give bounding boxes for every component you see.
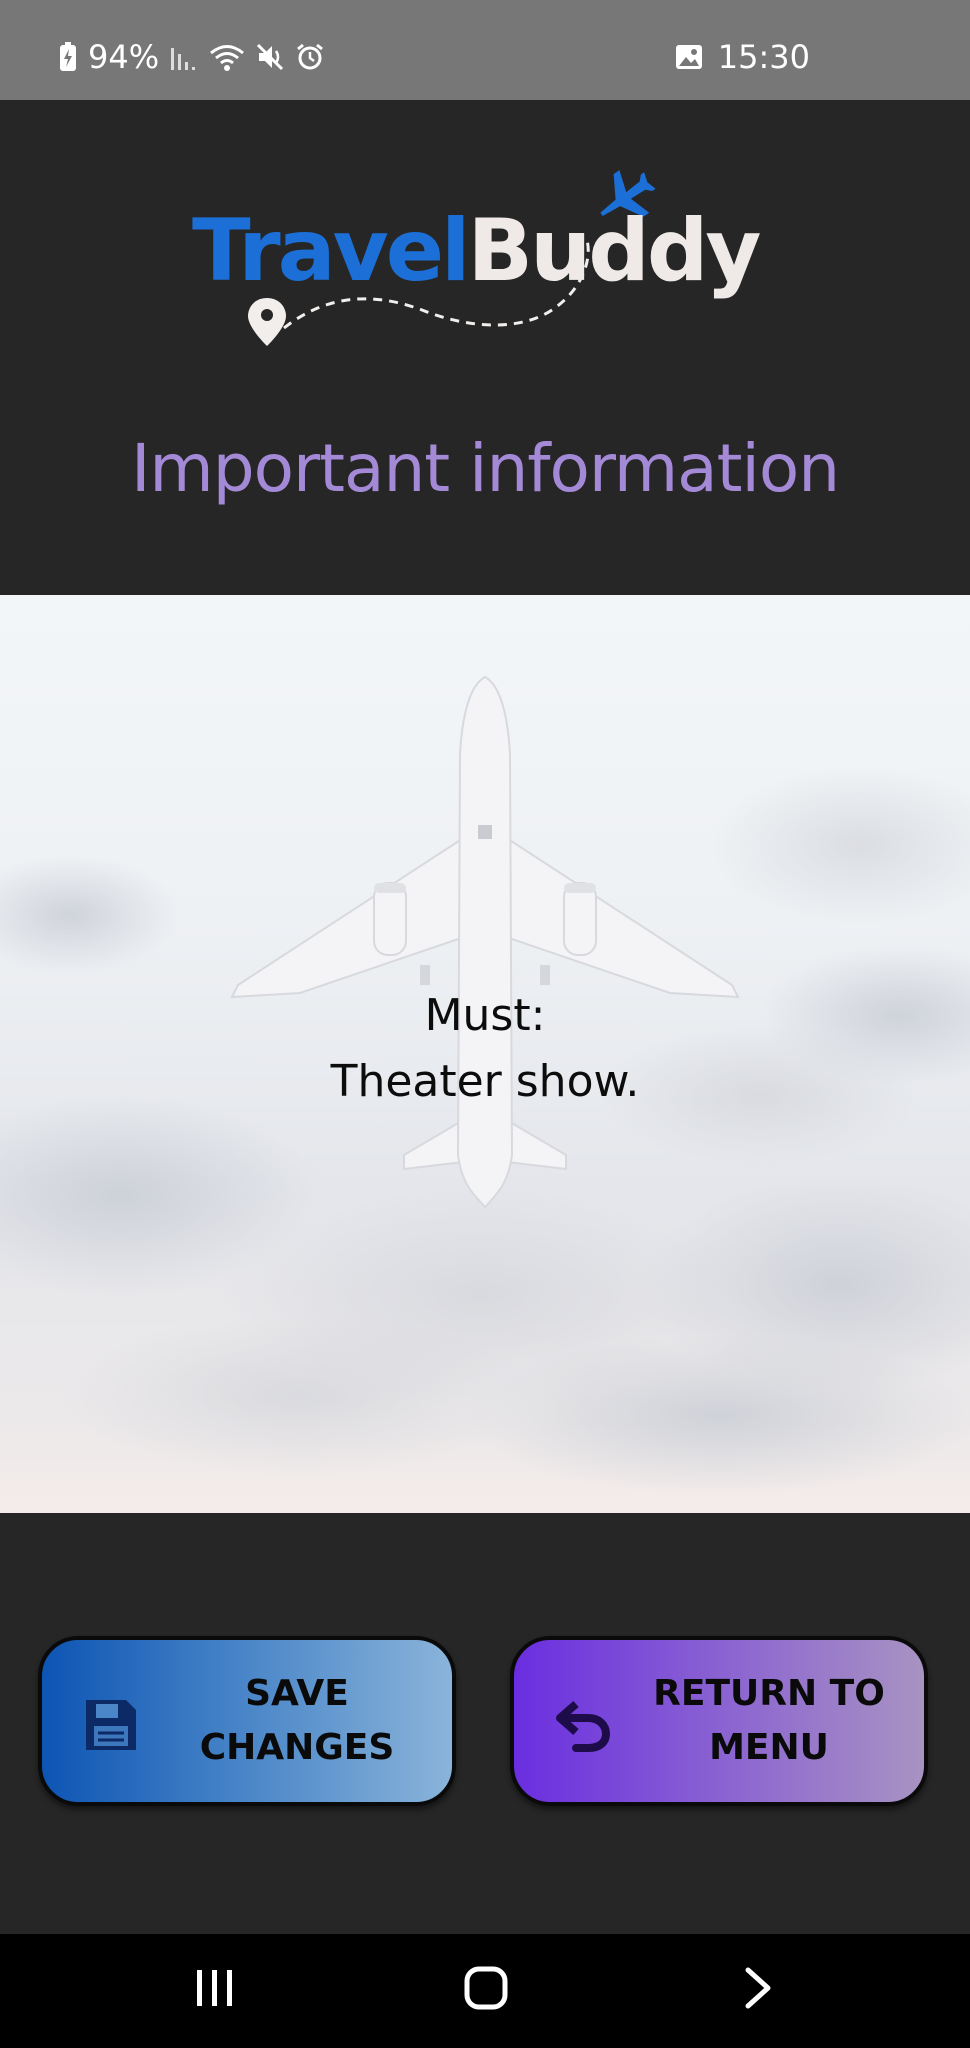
save-changes-button[interactable]: SAVE CHANGES xyxy=(38,1636,456,1806)
clock-time: 15:30 xyxy=(717,38,810,76)
save-changes-label: SAVE CHANGES xyxy=(199,1673,395,1768)
back-chevron-icon[interactable] xyxy=(738,1964,778,2016)
wifi-icon xyxy=(209,42,245,72)
alarm-icon xyxy=(295,42,325,72)
recents-icon[interactable] xyxy=(193,1964,237,2016)
logo-travel: Travel xyxy=(192,201,471,301)
logo-buddy: Buddy xyxy=(467,201,762,301)
info-line-1: Must: xyxy=(424,990,546,1041)
signal-icon xyxy=(169,42,199,72)
status-left: 94% xyxy=(58,38,325,76)
undo-arrow-icon xyxy=(554,1696,612,1758)
important-info-text: Must: Theater show. xyxy=(0,983,970,1115)
battery-icon xyxy=(58,41,78,73)
travelbuddy-logo: TravelBuddy xyxy=(192,150,792,350)
logo-text: TravelBuddy xyxy=(192,208,761,294)
status-right: 15:30 xyxy=(674,38,810,76)
hero-image: Must: Theater show. xyxy=(0,595,970,1513)
battery-level: 94% xyxy=(88,38,160,76)
return-to-menu-label: RETURN TO MENU xyxy=(653,1673,885,1768)
system-navigation-bar xyxy=(0,1934,970,2048)
home-icon[interactable] xyxy=(462,1964,510,2016)
floppy-disk-icon xyxy=(82,1696,140,1758)
mute-icon xyxy=(255,42,285,72)
return-to-menu-button[interactable]: RETURN TO MENU xyxy=(510,1636,928,1806)
info-line-2: Theater show. xyxy=(330,1056,640,1107)
gallery-icon xyxy=(674,42,704,72)
page-title: Important information xyxy=(130,430,840,507)
status-bar: 94% 15:30 xyxy=(0,0,970,100)
